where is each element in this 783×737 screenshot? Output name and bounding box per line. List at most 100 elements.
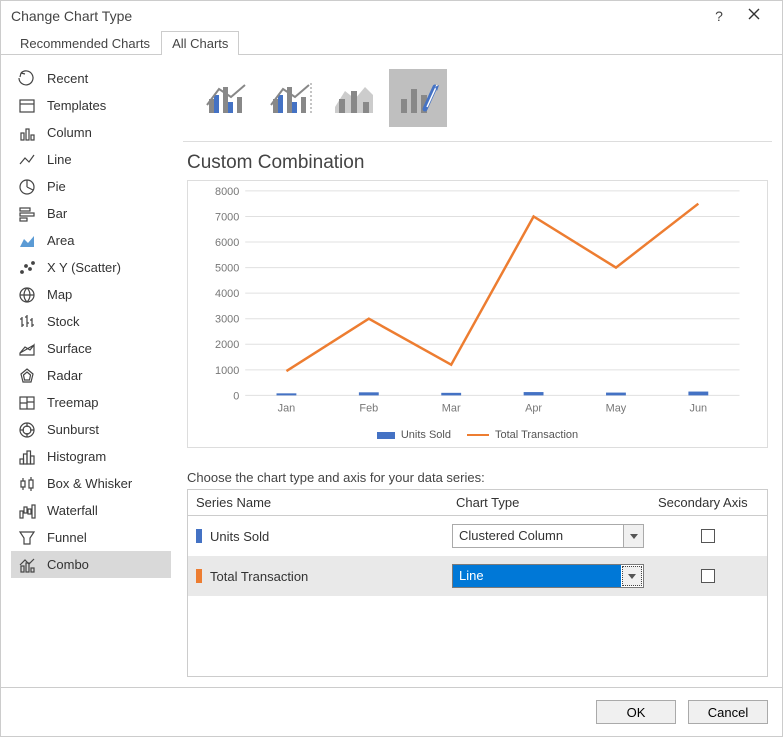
treemap-icon <box>17 393 37 413</box>
series-table-header: Series Name Chart Type Secondary Axis <box>188 490 767 516</box>
sidebar-item-label: Map <box>47 287 72 302</box>
sidebar-item-funnel[interactable]: Funnel <box>11 524 171 551</box>
help-button[interactable]: ? <box>704 8 734 24</box>
svg-text:5000: 5000 <box>215 263 239 275</box>
sidebar-item-templates[interactable]: Templates <box>11 92 171 119</box>
dropdown-value: Clustered Column <box>453 525 623 547</box>
chart-legend: Units Sold Total Transaction <box>188 429 767 441</box>
sidebar-item-label: Funnel <box>47 530 87 545</box>
legend-swatch-line <box>467 434 489 437</box>
line-icon <box>17 150 37 170</box>
sidebar-item-sunburst[interactable]: Sunburst <box>11 416 171 443</box>
legend-units-sold: Units Sold <box>377 429 451 441</box>
sidebar-item-label: Pie <box>47 179 66 194</box>
sidebar-item-box-whisker[interactable]: Box & Whisker <box>11 470 171 497</box>
sidebar-item-treemap[interactable]: Treemap <box>11 389 171 416</box>
funnel-icon <box>17 528 37 548</box>
secondary-axis-checkbox-units[interactable] <box>701 529 715 543</box>
cancel-button[interactable]: Cancel <box>688 700 768 724</box>
svg-text:3000: 3000 <box>215 314 239 326</box>
tabs: Recommended Charts All Charts <box>1 30 782 55</box>
dialog-footer: OK Cancel <box>1 687 782 736</box>
sunburst-icon <box>17 420 37 440</box>
svg-text:2000: 2000 <box>215 339 239 351</box>
bar-icon <box>17 204 37 224</box>
sidebar-item-label: Treemap <box>47 395 99 410</box>
chart-category-sidebar: Recent Templates Column Line Pie Bar Are… <box>11 65 171 677</box>
chevron-down-icon <box>628 574 636 579</box>
header-chart-type: Chart Type <box>448 490 646 515</box>
sidebar-item-label: Bar <box>47 206 67 221</box>
waterfall-icon <box>17 501 37 521</box>
chart-preview-title: Custom Combination <box>187 152 772 174</box>
sidebar-item-stock[interactable]: Stock <box>11 308 171 335</box>
sidebar-item-label: Surface <box>47 341 92 356</box>
box-whisker-icon <box>17 474 37 494</box>
series-name-label: Units Sold <box>210 529 269 544</box>
sidebar-item-map[interactable]: Map <box>11 281 171 308</box>
sidebar-item-combo[interactable]: Combo <box>11 551 171 578</box>
tab-all-charts[interactable]: All Charts <box>161 31 239 55</box>
histogram-icon <box>17 447 37 467</box>
svg-text:6000: 6000 <box>215 237 239 249</box>
surface-icon <box>17 339 37 359</box>
dropdown-value: Line <box>453 565 621 587</box>
tab-recommended[interactable]: Recommended Charts <box>9 31 161 55</box>
combo-icon <box>17 555 37 575</box>
chart-svg: 010002000300040005000600070008000JanFebM… <box>188 181 767 447</box>
sidebar-item-area[interactable]: Area <box>11 227 171 254</box>
scatter-icon <box>17 258 37 278</box>
sidebar-item-bar[interactable]: Bar <box>11 200 171 227</box>
sidebar-item-label: Line <box>47 152 72 167</box>
sidebar-item-label: Box & Whisker <box>47 476 132 491</box>
svg-text:4000: 4000 <box>215 288 239 300</box>
titlebar: Change Chart Type ? <box>1 1 782 30</box>
sidebar-item-label: Waterfall <box>47 503 98 518</box>
legend-total-transaction: Total Transaction <box>467 429 578 441</box>
close-icon <box>748 8 760 20</box>
series-table-empty-space <box>188 596 767 676</box>
sidebar-item-radar[interactable]: Radar <box>11 362 171 389</box>
svg-text:May: May <box>606 402 627 414</box>
close-button[interactable] <box>734 8 774 23</box>
svg-text:Jun: Jun <box>690 402 708 414</box>
sidebar-item-label: Combo <box>47 557 89 572</box>
svg-text:Jan: Jan <box>278 402 296 414</box>
main-panel: Custom Combination 010002000300040005000… <box>183 65 772 677</box>
chart-type-dropdown-units[interactable]: Clustered Column <box>452 524 644 548</box>
sidebar-item-line[interactable]: Line <box>11 146 171 173</box>
svg-text:Feb: Feb <box>359 402 378 414</box>
header-secondary-axis: Secondary Axis <box>646 490 767 515</box>
sidebar-item-label: Histogram <box>47 449 106 464</box>
templates-icon <box>17 96 37 116</box>
header-series-name: Series Name <box>188 490 448 515</box>
svg-text:Mar: Mar <box>442 402 461 414</box>
chart-type-dropdown-transaction[interactable]: Line <box>452 564 644 588</box>
series-color-swatch <box>196 569 202 583</box>
series-name-label: Total Transaction <box>210 569 308 584</box>
combo-subtype-2[interactable] <box>261 69 319 127</box>
svg-text:Apr: Apr <box>525 402 542 414</box>
dropdown-button[interactable] <box>622 566 642 586</box>
sidebar-item-recent[interactable]: Recent <box>11 65 171 92</box>
sidebar-item-label: Column <box>47 125 92 140</box>
ok-button[interactable]: OK <box>596 700 676 724</box>
sidebar-item-column[interactable]: Column <box>11 119 171 146</box>
sidebar-item-surface[interactable]: Surface <box>11 335 171 362</box>
combo-subtype-3[interactable] <box>325 69 383 127</box>
sidebar-item-label: Stock <box>47 314 80 329</box>
sidebar-item-scatter[interactable]: X Y (Scatter) <box>11 254 171 281</box>
combo-subtype-custom[interactable] <box>389 69 447 127</box>
map-icon <box>17 285 37 305</box>
dialog-title: Change Chart Type <box>11 8 704 24</box>
subtype-thumbnails <box>183 65 772 142</box>
secondary-axis-checkbox-transaction[interactable] <box>701 569 715 583</box>
sidebar-item-histogram[interactable]: Histogram <box>11 443 171 470</box>
combo-subtype-1[interactable] <box>197 69 255 127</box>
content-area: Recent Templates Column Line Pie Bar Are… <box>1 55 782 687</box>
sidebar-item-waterfall[interactable]: Waterfall <box>11 497 171 524</box>
column-icon <box>17 123 37 143</box>
dropdown-button[interactable] <box>623 525 643 547</box>
sidebar-item-pie[interactable]: Pie <box>11 173 171 200</box>
svg-text:1000: 1000 <box>215 365 239 377</box>
